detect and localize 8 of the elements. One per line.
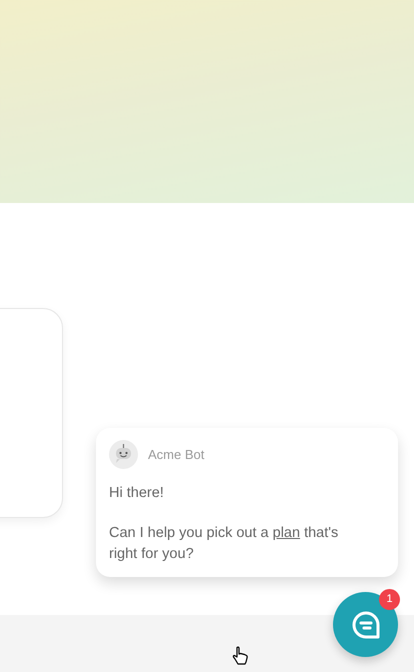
- plan-link[interactable]: plan: [272, 525, 300, 541]
- robot-avatar-icon: [109, 440, 138, 469]
- hand-cursor-icon: [232, 646, 249, 665]
- message-text: Can I help you pick out a plan that's right for you?: [109, 524, 340, 564]
- notification-badge: 1: [379, 589, 400, 610]
- greeting-text: Hi there!: [109, 484, 165, 503]
- sender-name: Acme Bot: [148, 446, 204, 464]
- chat-bubble-icon: [350, 610, 380, 640]
